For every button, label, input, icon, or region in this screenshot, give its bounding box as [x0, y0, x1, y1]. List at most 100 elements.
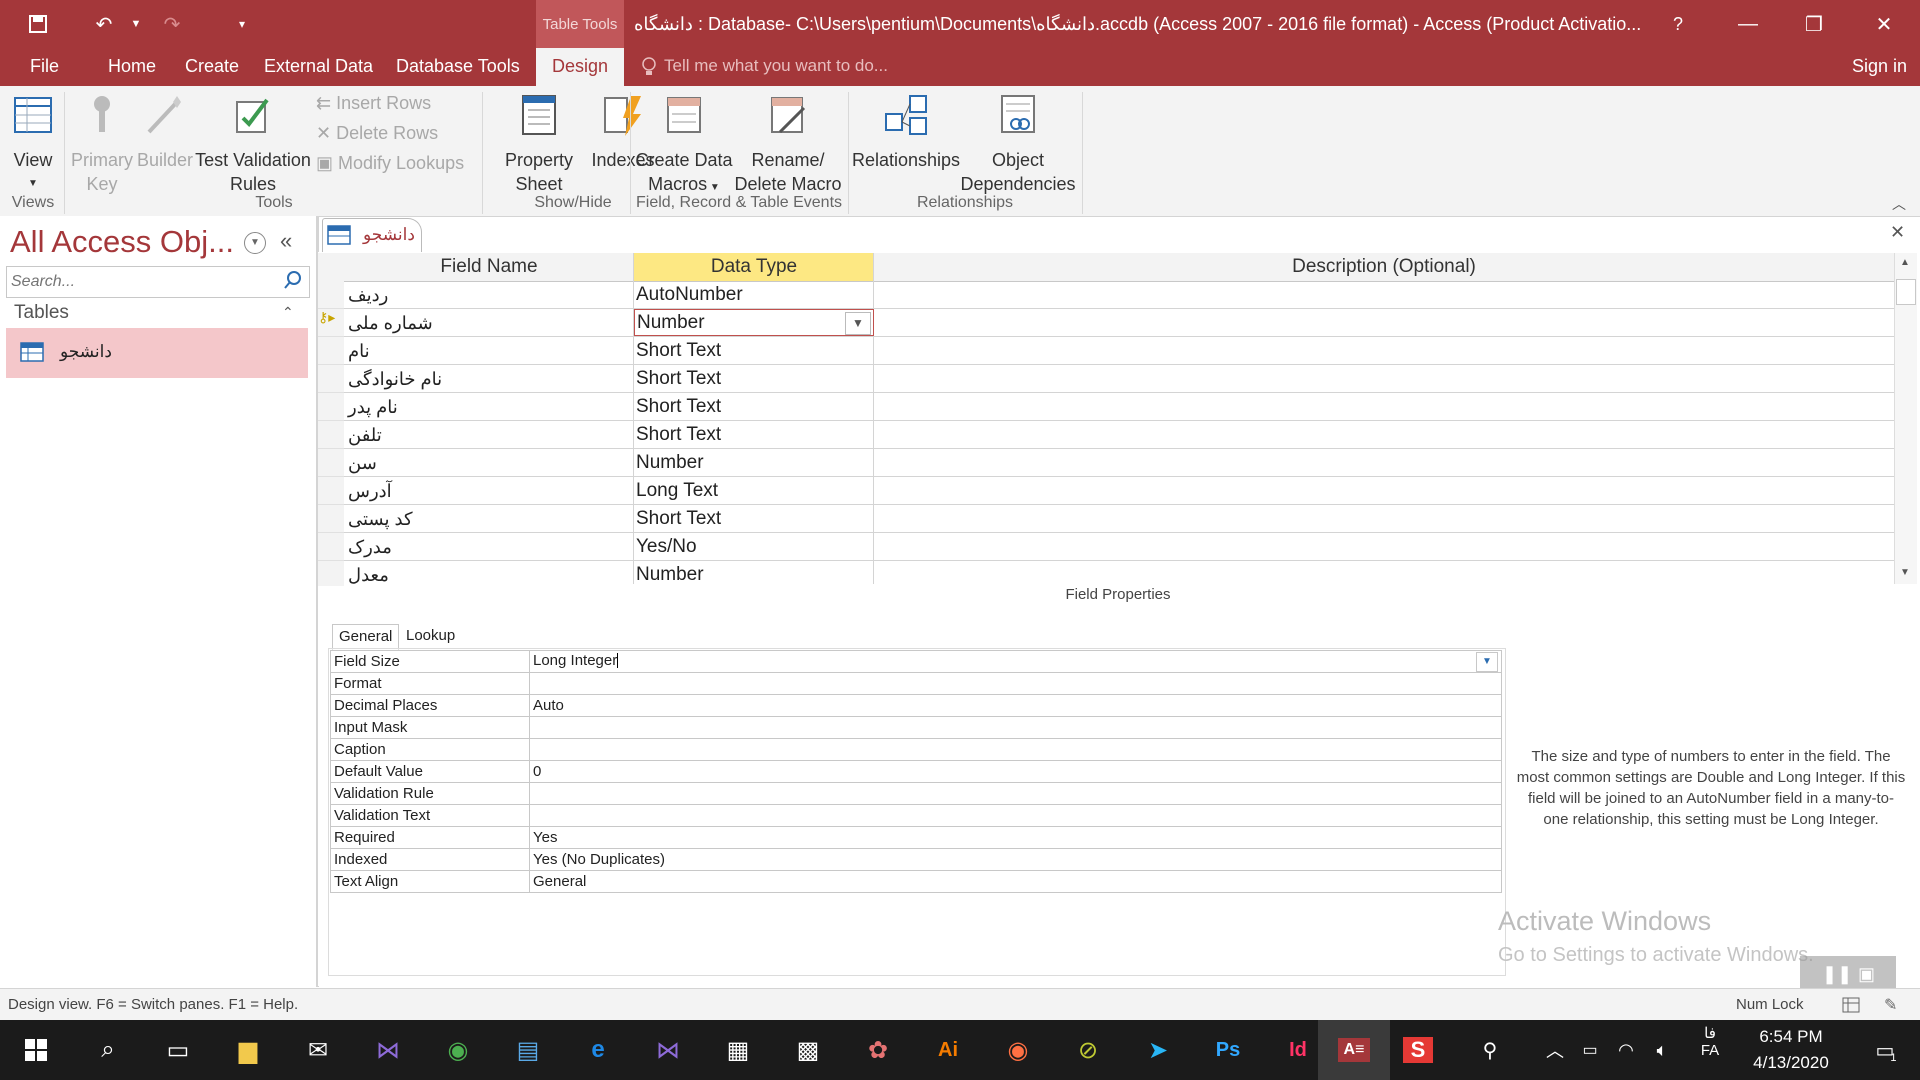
field-name-cell[interactable]: معدل [348, 561, 628, 589]
datasheet-view-icon[interactable] [1842, 997, 1860, 1017]
data-type-cell[interactable]: Short Text [636, 337, 721, 365]
field-name-cell[interactable]: تلفن [348, 421, 628, 449]
object-dependencies-button[interactable]: Object Dependencies [958, 92, 1078, 196]
row-selector[interactable] [318, 337, 344, 365]
battery-icon[interactable]: ▭ [1572, 1020, 1608, 1080]
chrome-icon[interactable]: ◉ [426, 1020, 490, 1080]
people-icon[interactable]: ⚲ [1470, 1020, 1510, 1080]
customize-quick-access-icon[interactable]: ▾ [220, 0, 264, 48]
field-name-cell[interactable]: ردیف [348, 281, 628, 309]
close-button[interactable]: ✕ [1852, 0, 1916, 48]
property-value[interactable]: General [529, 870, 1502, 893]
scrollbar-thumb[interactable] [1896, 279, 1916, 305]
row-selector[interactable] [318, 365, 344, 393]
scroll-down-icon[interactable]: ▼ [1900, 567, 1910, 578]
telegram-icon[interactable]: ➤ [1126, 1020, 1190, 1080]
data-type-cell[interactable]: Short Text [636, 393, 721, 421]
photoshop-icon[interactable]: Ps [1196, 1020, 1260, 1080]
sign-in-link[interactable]: Sign in [1852, 48, 1907, 86]
data-type-cell[interactable]: AutoNumber [636, 281, 743, 309]
volume-icon[interactable]: 🔈︎ [1644, 1020, 1680, 1080]
header-field-name[interactable]: Field Name [344, 253, 634, 282]
nav-item-table[interactable]: دانشجو [6, 328, 308, 378]
access-taskbar-icon[interactable]: A≡ [1318, 1020, 1390, 1080]
data-type-cell[interactable]: Yes/No [636, 533, 697, 561]
field-size-dropdown-icon[interactable]: ▼ [1476, 651, 1498, 672]
property-value[interactable] [529, 738, 1502, 761]
show-hidden-icons[interactable]: ︿ [1538, 1020, 1572, 1080]
primary-key-button[interactable]: Primary Key [70, 92, 134, 196]
property-value[interactable] [529, 804, 1502, 827]
row-selector[interactable] [318, 561, 344, 589]
collapse-nav-icon[interactable]: « [280, 228, 292, 254]
field-name-cell[interactable]: نام پدر [348, 393, 628, 421]
tab-home[interactable]: Home [94, 48, 170, 86]
input-language-fa[interactable]: فا FA [1692, 1024, 1728, 1059]
tab-lookup[interactable]: Lookup [400, 624, 461, 648]
firefox-icon[interactable]: ◉ [986, 1020, 1050, 1080]
redo-icon[interactable]: ↷ [150, 0, 194, 48]
close-document-icon[interactable]: ✕ [1890, 222, 1905, 243]
property-value-field-size[interactable]: Long Integer ▼ [529, 650, 1502, 673]
illustrator-icon[interactable]: Ai [916, 1020, 980, 1080]
collapse-section-icon[interactable]: ⌃ [282, 304, 294, 321]
visual-studio-icon[interactable]: ⋈ [356, 1020, 420, 1080]
store-icon[interactable]: ▦ [706, 1020, 770, 1080]
minimize-button[interactable]: — [1716, 0, 1780, 48]
data-type-cell[interactable]: Long Text [636, 477, 718, 505]
field-name-cell[interactable]: شماره ملی [348, 309, 628, 337]
create-data-macros-button[interactable]: Create Data Macros ▼ [634, 92, 734, 200]
property-sheet-button[interactable]: Property Sheet [488, 92, 590, 196]
paint-icon[interactable]: ✿ [846, 1020, 910, 1080]
chevron-down-icon[interactable]: ▼ [845, 312, 871, 335]
tab-design[interactable]: Design [536, 48, 625, 86]
property-value[interactable]: 0 [529, 760, 1502, 783]
calculator-icon[interactable]: ▩ [776, 1020, 840, 1080]
field-name-cell[interactable]: آدرس [348, 477, 628, 505]
tables-section-header[interactable]: Tables [14, 302, 69, 324]
builder-button[interactable]: Builder [136, 92, 194, 172]
rename-delete-macro-button[interactable]: Rename/ Delete Macro [732, 92, 844, 196]
mail-icon[interactable]: ✉ [286, 1020, 350, 1080]
property-value[interactable] [529, 672, 1502, 695]
row-selector[interactable] [318, 393, 344, 421]
row-selector[interactable] [318, 505, 344, 533]
row-selector[interactable] [318, 421, 344, 449]
tab-external-data[interactable]: External Data [250, 48, 387, 86]
data-type-cell[interactable]: Short Text [636, 421, 721, 449]
scroll-up-icon[interactable]: ▲ [1900, 257, 1910, 268]
property-value[interactable] [529, 782, 1502, 805]
save-icon[interactable] [16, 0, 60, 48]
row-selector[interactable] [318, 281, 344, 309]
pause-icon[interactable]: ❚❚ [1822, 964, 1852, 985]
field-name-cell[interactable]: کد پستی [348, 505, 628, 533]
nav-menu-dropdown-icon[interactable]: ▼ [244, 232, 266, 254]
row-selector[interactable] [318, 449, 344, 477]
search-icon[interactable] [283, 270, 303, 295]
tab-create[interactable]: Create [171, 48, 253, 86]
nav-pane-title[interactable]: All Access Obj... [10, 224, 234, 260]
relationships-button[interactable]: Relationships [852, 92, 960, 172]
property-value[interactable]: Yes [529, 826, 1502, 849]
tab-database-tools[interactable]: Database Tools [382, 48, 534, 86]
restore-button[interactable]: ❐ [1782, 0, 1846, 48]
field-name-cell[interactable]: نام خانوادگی [348, 365, 628, 393]
clock[interactable]: 6:54 PM 4/13/2020 [1736, 1024, 1846, 1076]
tell-me-search[interactable]: Tell me what you want to do... [664, 48, 888, 86]
header-data-type[interactable]: Data Type [634, 253, 874, 282]
data-type-combo-selected[interactable]: Number ▼ [634, 309, 874, 336]
design-view-icon[interactable]: ✎ [1884, 995, 1897, 1015]
view-button[interactable]: View ▼ [8, 92, 58, 196]
help-button[interactable]: ? [1646, 0, 1710, 48]
modify-lookups-button[interactable]: ▣ Modify Lookups [316, 148, 464, 178]
row-selector[interactable] [318, 533, 344, 561]
field-name-cell[interactable]: سن [348, 449, 628, 477]
collapse-ribbon-icon[interactable]: ︿ [1892, 194, 1906, 214]
vs-code-icon[interactable]: ⋈ [636, 1020, 700, 1080]
grid-scrollbar[interactable]: ▲ ▼ [1894, 253, 1917, 584]
start-icon[interactable] [4, 1020, 68, 1080]
insert-rows-button[interactable]: ⇇ Insert Rows [316, 88, 464, 118]
picture-icon[interactable]: ▣ [1858, 964, 1875, 985]
pen-tool-icon[interactable]: ⊘ [1056, 1020, 1120, 1080]
property-value[interactable] [529, 716, 1502, 739]
